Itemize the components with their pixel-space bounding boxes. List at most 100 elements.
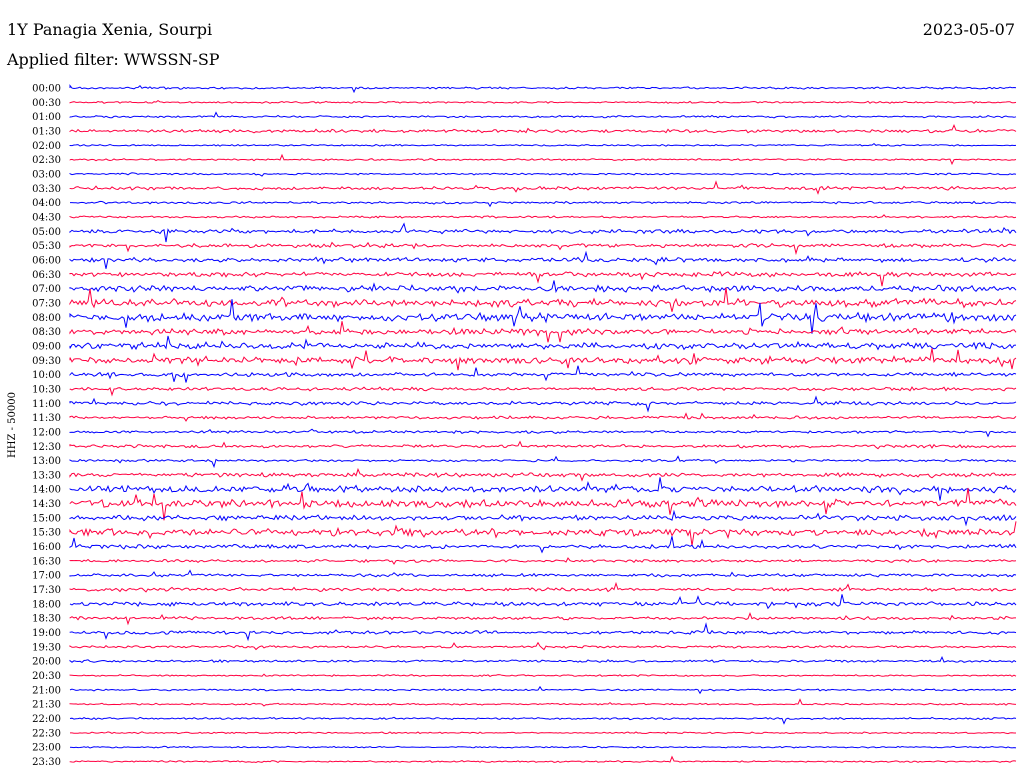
time-tick-label: 05:30 [32, 241, 61, 252]
trace-row [69, 124, 1017, 134]
trace-row [69, 536, 1017, 554]
trace-row [69, 348, 1017, 371]
time-tick-label: 03:30 [32, 184, 61, 195]
trace-row [69, 250, 1017, 269]
trace-row [69, 412, 1017, 422]
time-tick-label: 19:30 [32, 642, 61, 653]
trace-row [69, 755, 1017, 764]
time-tick-label: 02:30 [32, 155, 61, 166]
trace-row [69, 569, 1017, 578]
trace-row [69, 365, 1017, 383]
time-tick-label: 20:00 [32, 657, 61, 668]
time-tick-label: 21:30 [32, 700, 61, 711]
trace-row [69, 509, 1017, 527]
time-tick-label: 20:30 [32, 671, 61, 682]
trace-row [69, 611, 1016, 626]
trace-row [70, 731, 1016, 735]
trace-row [69, 241, 1016, 256]
trace-row [69, 673, 1017, 677]
trace-row [69, 455, 1017, 469]
time-tick-label: 23:00 [32, 743, 61, 754]
trace-row [69, 172, 1017, 177]
trace-row [69, 698, 1017, 707]
time-tick-label: 00:00 [32, 84, 61, 95]
trace-row [69, 467, 1017, 482]
time-tick-label: 17:30 [32, 585, 61, 596]
time-tick-group: 00:00 00:30 01:00 01:30 02:00 02:30 03:00 03:30… [32, 84, 61, 769]
time-tick-label: 08:30 [32, 327, 61, 338]
time-tick-label: 15:30 [32, 528, 61, 539]
trace-row [69, 641, 1017, 651]
trace-row [69, 477, 1017, 501]
trace-row [69, 153, 1017, 166]
trace-row [69, 685, 1017, 695]
time-tick-label: 14:30 [32, 499, 61, 510]
trace-row [69, 84, 1017, 94]
trace-row [69, 335, 1017, 351]
trace-row [69, 594, 1017, 610]
time-tick-label: 02:00 [32, 141, 61, 152]
trace-row [69, 745, 1017, 749]
time-tick-label: 16:00 [32, 542, 61, 553]
trace-row [69, 299, 1017, 334]
time-tick-label: 04:30 [32, 212, 61, 223]
time-tick-label: 11:30 [32, 413, 61, 424]
time-tick-label: 10:30 [32, 384, 61, 395]
time-tick-label: 19:00 [32, 628, 61, 639]
time-tick-label: 09:00 [32, 341, 61, 352]
trace-row [69, 321, 1017, 343]
trace-row [69, 270, 1017, 287]
time-tick-label: 21:00 [32, 685, 61, 696]
time-tick-label: 03:00 [32, 169, 61, 180]
trace-row [69, 99, 1017, 104]
time-tick-label: 12:00 [32, 427, 61, 438]
trace-row [69, 581, 1017, 593]
time-tick-label: 22:30 [32, 728, 61, 739]
trace-row [69, 487, 1017, 521]
trace-row [69, 386, 1017, 397]
trace-row [69, 557, 1017, 565]
time-tick-label: 15:00 [32, 513, 61, 524]
time-tick-label: 10:00 [32, 370, 61, 381]
time-tick-label: 05:00 [32, 227, 61, 238]
time-tick-label: 23:30 [32, 757, 61, 768]
time-tick-label: 07:30 [32, 298, 61, 309]
trace-row [70, 200, 1017, 208]
trace-group [69, 84, 1017, 764]
trace-row [69, 440, 1016, 450]
trace-row [69, 287, 1017, 312]
trace-row [69, 395, 1017, 413]
time-tick-label: 22:00 [32, 714, 61, 725]
trace-row [69, 180, 1017, 195]
trace-row [69, 222, 1017, 243]
trace-row [69, 716, 1017, 725]
time-tick-label: 16:30 [32, 556, 61, 567]
trace-row [69, 214, 1017, 219]
trace-row [69, 655, 1017, 664]
trace-row [69, 280, 1017, 294]
time-tick-label: 04:00 [32, 198, 61, 209]
time-tick-label: 18:00 [32, 599, 61, 610]
time-tick-label: 17:00 [32, 571, 61, 582]
trace-row [69, 111, 1017, 119]
time-tick-label: 11:00 [32, 399, 61, 410]
time-tick-label: 00:30 [32, 98, 61, 109]
time-tick-label: 01:00 [32, 112, 61, 123]
y-axis-label: HHZ - 50000 [7, 392, 18, 458]
time-tick-label: 13:00 [32, 456, 61, 467]
time-tick-label: 13:30 [32, 470, 61, 481]
trace-row [69, 142, 1017, 147]
time-tick-label: 06:00 [32, 255, 61, 266]
time-tick-label: 07:00 [32, 284, 61, 295]
time-tick-label: 06:30 [32, 270, 61, 281]
trace-row [69, 428, 1017, 438]
time-tick-label: 08:00 [32, 313, 61, 324]
time-tick-label: 14:00 [32, 485, 61, 496]
time-tick-label: 12:30 [32, 442, 61, 453]
helicorder-plot: 00:00 00:30 01:00 01:30 02:00 02:30 03:00 03:30… [7, 84, 1017, 769]
trace-row [69, 622, 1017, 642]
trace-row [69, 521, 1017, 546]
time-tick-label: 18:30 [32, 614, 61, 625]
time-tick-label: 01:30 [32, 126, 61, 137]
time-tick-label: 09:30 [32, 356, 61, 367]
